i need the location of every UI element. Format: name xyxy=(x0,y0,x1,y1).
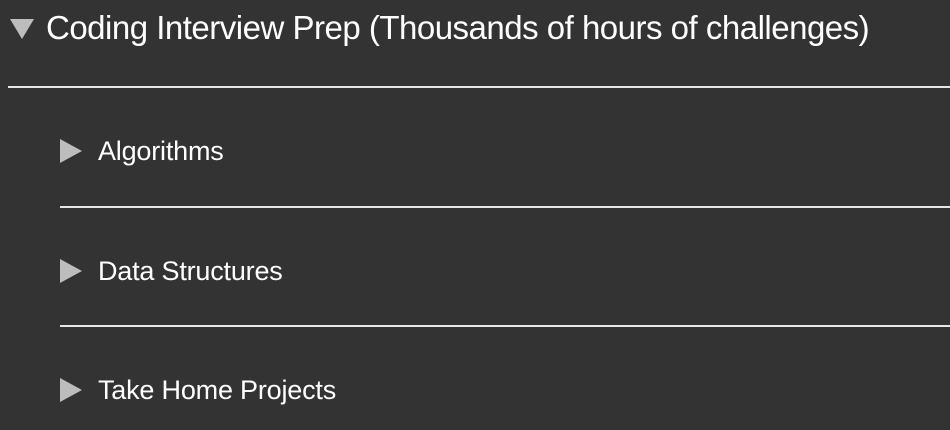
divider xyxy=(8,86,950,88)
superblock-coding-interview-prep: Coding Interview Prep (Thousands of hour… xyxy=(0,0,950,430)
block-toggle-algorithms[interactable]: Algorithms xyxy=(60,128,950,174)
triangle-right-icon xyxy=(60,139,82,163)
block-toggle-data-structures[interactable]: Data Structures xyxy=(60,248,950,294)
block-title: Algorithms xyxy=(98,135,224,166)
triangle-down-icon xyxy=(10,19,34,39)
divider xyxy=(60,325,950,327)
superblock-toggle[interactable]: Coding Interview Prep (Thousands of hour… xyxy=(10,0,950,56)
triangle-right-icon xyxy=(60,378,82,402)
divider xyxy=(60,206,950,208)
block-title: Data Structures xyxy=(98,255,283,286)
superblock-title: Coding Interview Prep (Thousands of hour… xyxy=(46,9,870,46)
block-toggle-take-home-projects[interactable]: Take Home Projects xyxy=(60,367,950,413)
triangle-right-icon xyxy=(60,259,82,283)
block-title: Take Home Projects xyxy=(98,374,336,405)
